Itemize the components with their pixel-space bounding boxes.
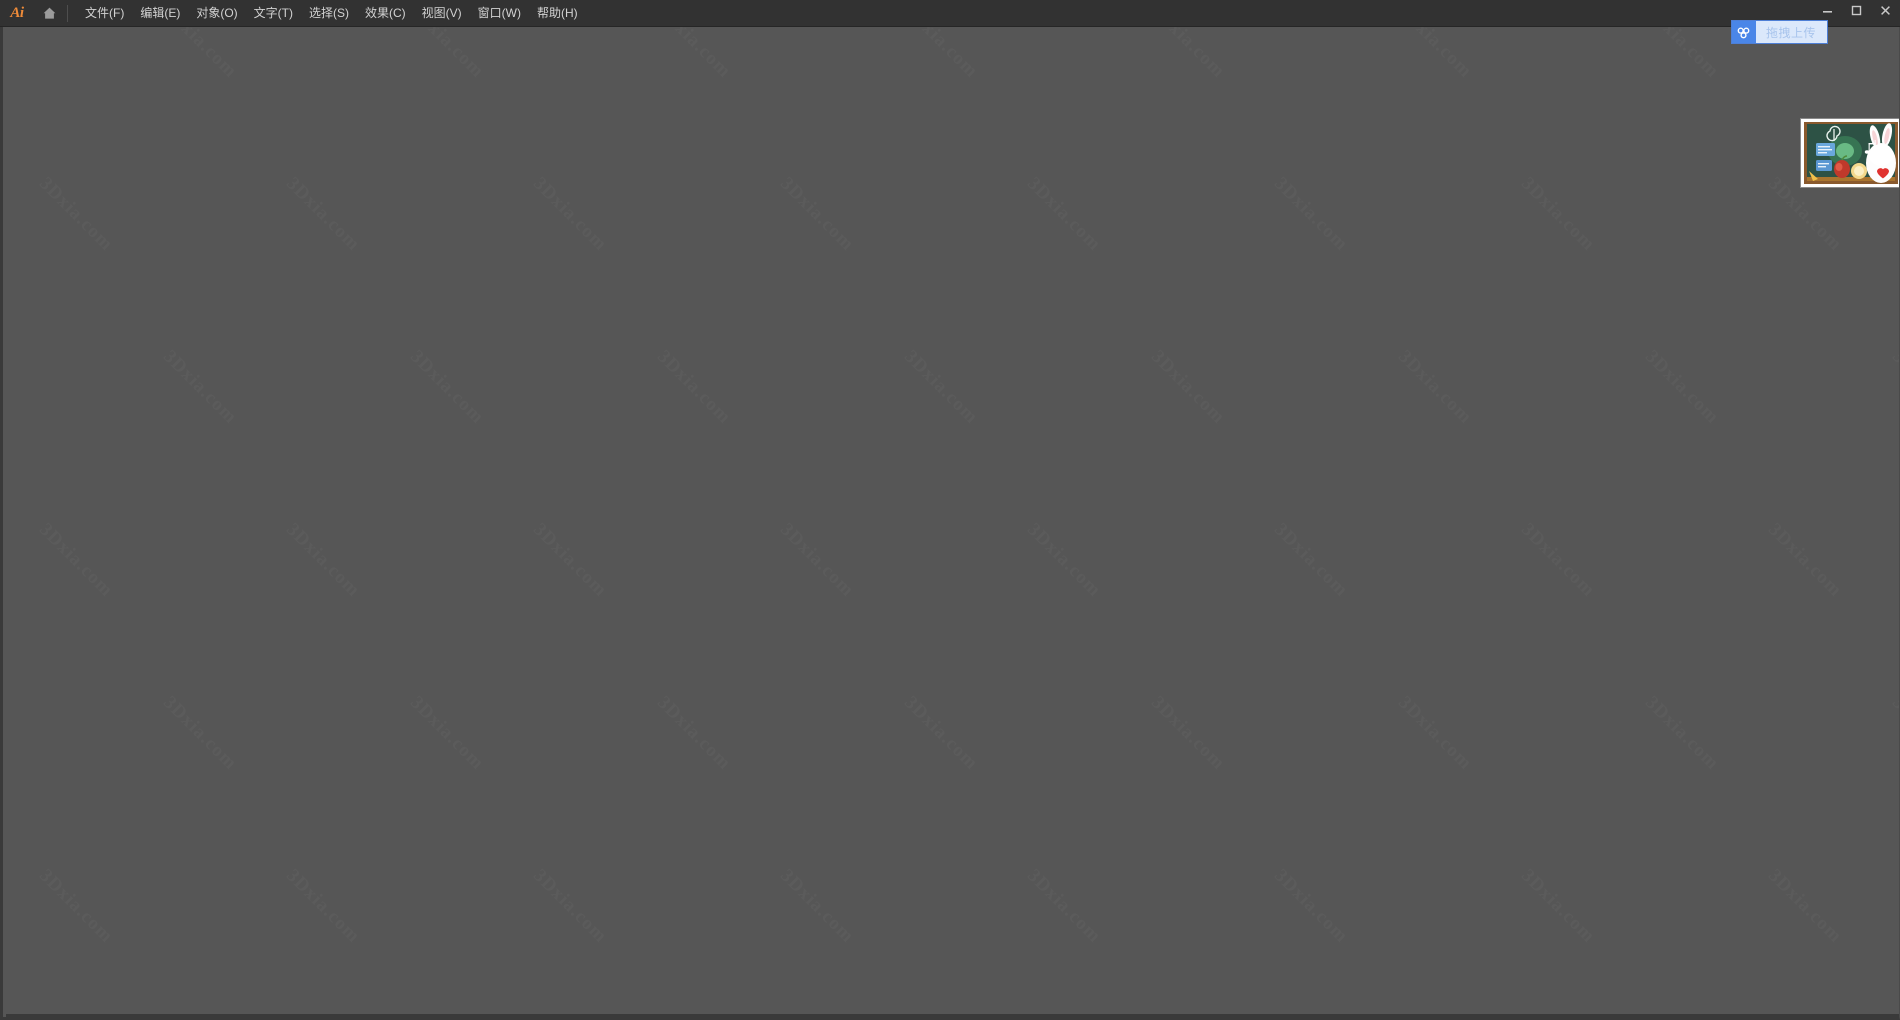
watermark-text: 3Dxia.com	[1269, 519, 1352, 602]
watermark-text: 3Dxia.com	[1393, 27, 1476, 83]
watermark-text: 3Dxia.com	[1640, 692, 1723, 775]
ai-logo: Ai	[10, 4, 24, 21]
watermark-text: 3Dxia.com	[281, 173, 364, 256]
watermark-text: 3Dxia.com	[528, 173, 611, 256]
watermark-text: 3Dxia.com	[899, 692, 982, 775]
menu-edit[interactable]: 编辑(E)	[132, 0, 188, 27]
watermark-text: 3Dxia.com	[1516, 865, 1599, 948]
watermark-text: 3Dxia.com	[1393, 692, 1476, 775]
watermark-text: 3Dxia.com	[775, 173, 858, 256]
watermark-text: 3Dxia.com	[1022, 865, 1105, 948]
artboard-thumbnail[interactable]	[1801, 119, 1899, 187]
menu-file[interactable]: 文件(F)	[77, 0, 132, 27]
watermark-text: 3Dxia.com	[1022, 173, 1105, 256]
drag-upload-button[interactable]: 拖拽上传	[1731, 21, 1827, 43]
watermark-text: 3Dxia.com	[281, 519, 364, 602]
close-icon[interactable]	[1871, 0, 1900, 21]
watermark-text: 3Dxia.com	[1516, 519, 1599, 602]
watermark-text: 3Dxia.com	[1269, 865, 1352, 948]
watermark-text: 3Dxia.com	[34, 173, 117, 256]
menu-item-list: 文件(F) 编辑(E) 对象(O) 文字(T) 选择(S) 效果(C) 视图(V…	[77, 0, 586, 27]
menu-separator	[67, 4, 68, 22]
watermark-text: 3Dxia.com	[652, 346, 735, 429]
watermark-text: 3Dxia.com	[775, 865, 858, 948]
watermark-text: 3Dxia.com	[281, 865, 364, 948]
watermark-text: 3Dxia.com	[1763, 519, 1846, 602]
watermark-text: 3Dxia.com	[34, 865, 117, 948]
watermark-text: 3Dxia.com	[34, 519, 117, 602]
watermark-text: 3Dxia.com	[1887, 346, 1899, 429]
watermark-text: 3Dxia.com	[899, 27, 982, 83]
watermark-text: 3Dxia.com	[405, 346, 488, 429]
document-canvas[interactable]: 3Dxia.com 3Dxia.com 3Dxia.com 3Dxia.com 3Dxi…	[0, 27, 1900, 1020]
menu-help[interactable]: 帮助(H)	[529, 0, 586, 27]
watermark-text: 3Dxia.com	[1146, 346, 1229, 429]
menu-view[interactable]: 视图(V)	[414, 0, 470, 27]
watermark-text: 3Dxia.com	[528, 865, 611, 948]
watermark-text: 3Dxia.com	[1022, 519, 1105, 602]
watermark-text: 3Dxia.com	[1269, 173, 1352, 256]
watermark-text: 3Dxia.com	[1516, 173, 1599, 256]
drag-upload-label: 拖拽上传	[1755, 21, 1827, 43]
watermark-text: 3Dxia.com	[775, 519, 858, 602]
watermark-text: 3Dxia.com	[899, 346, 982, 429]
maximize-icon[interactable]	[1842, 0, 1871, 21]
menu-window[interactable]: 窗口(W)	[470, 0, 529, 27]
watermark-text: 3Dxia.com	[1640, 27, 1723, 83]
menu-type[interactable]: 文字(T)	[246, 0, 301, 27]
illustrator-window: Ai 文件(F) 编辑(E) 对象(O) 文字(T) 选择(S) 效果(C) 视…	[0, 0, 1900, 1020]
watermark-text: 3Dxia.com	[1146, 27, 1229, 83]
menu-bar: Ai 文件(F) 编辑(E) 对象(O) 文字(T) 选择(S) 效果(C) 视…	[0, 0, 1900, 27]
watermark-text: 3Dxia.com	[1887, 27, 1899, 83]
canvas-bottom-edge	[6, 1014, 1899, 1017]
watermark-text: 3Dxia.com	[158, 346, 241, 429]
watermark-text: 3Dxia.com	[1146, 692, 1229, 775]
watermark-text: 3Dxia.com	[1640, 346, 1723, 429]
watermark-text: 3Dxia.com	[1763, 865, 1846, 948]
canvas-background: 3Dxia.com 3Dxia.com 3Dxia.com 3Dxia.com 3Dxi…	[3, 27, 1899, 1017]
minimize-icon[interactable]	[1813, 0, 1842, 21]
watermark-text: 3Dxia.com	[405, 692, 488, 775]
watermark-text: 3Dxia.com	[1887, 692, 1899, 775]
watermark-text: 3Dxia.com	[405, 27, 488, 83]
watermark-text: 3Dxia.com	[158, 27, 241, 83]
watermark-text: 3Dxia.com	[1393, 346, 1476, 429]
menu-object[interactable]: 对象(O)	[188, 0, 245, 27]
artboard-artwork	[1801, 119, 1899, 187]
window-controls	[1813, 0, 1900, 21]
cloud-upload-icon	[1731, 21, 1756, 43]
watermark-text: 3Dxia.com	[652, 27, 735, 83]
menu-effect[interactable]: 效果(C)	[357, 0, 414, 27]
watermark-text: 3Dxia.com	[158, 692, 241, 775]
watermark-text: 3Dxia.com	[528, 519, 611, 602]
watermark-text: 3Dxia.com	[652, 692, 735, 775]
home-icon[interactable]	[34, 0, 64, 27]
menu-select[interactable]: 选择(S)	[301, 0, 357, 27]
canvas-watermark: 3Dxia.com 3Dxia.com 3Dxia.com 3Dxia.com 3Dxi…	[3, 27, 1899, 1017]
